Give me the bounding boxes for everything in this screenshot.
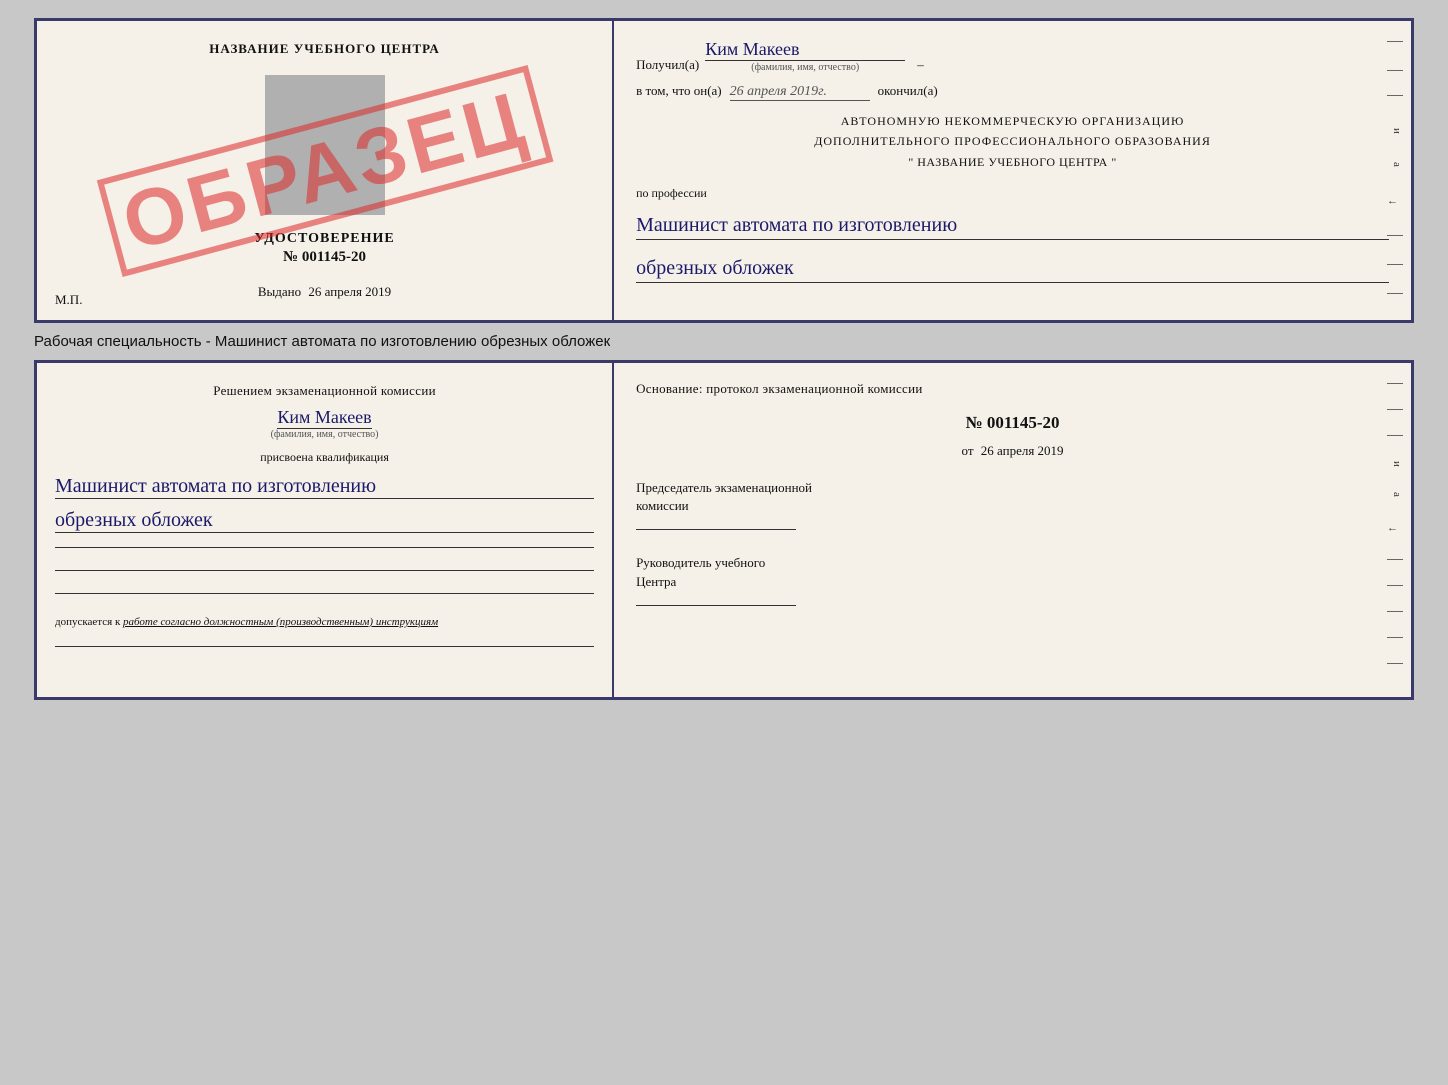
dash-b-6 — [1387, 611, 1403, 612]
photo-placeholder — [265, 75, 385, 215]
dash-b-a: а — [1387, 492, 1403, 497]
right-line-3 — [1387, 95, 1403, 96]
right-a: а — [1387, 162, 1403, 167]
dash-b-arrow: ← — [1387, 522, 1403, 534]
right-line-4 — [1387, 235, 1403, 236]
dash-b-3 — [1387, 435, 1403, 436]
rukovoditel-label: Руководитель учебного Центра — [636, 554, 1389, 590]
kvalif-line1: Машинист автомата по изготовлению — [55, 475, 594, 499]
middle-specialty-label: Рабочая специальность - Машинист автомат… — [34, 331, 1414, 352]
protocol-number: № 001145-20 — [636, 413, 1389, 433]
protocol-date-row: от 26 апреля 2019 — [636, 443, 1389, 459]
dash-b-i: и — [1387, 461, 1403, 467]
recipient-name: Ким Макеев — [705, 39, 905, 61]
vydano-label: Выдано — [258, 284, 301, 299]
dash-b-8 — [1387, 663, 1403, 664]
right-line-5 — [1387, 264, 1403, 265]
right-line-6 — [1387, 293, 1403, 294]
vtom-prefix: в том, что он(а) — [636, 83, 722, 99]
protocol-date-value: 26 апреля 2019 — [981, 443, 1064, 458]
org-line1: АВТОНОМНУЮ НЕКОММЕРЧЕСКУЮ ОРГАНИЗАЦИЮ — [636, 111, 1389, 131]
bottom-card: Решением экзаменационной комиссии Ким Ма… — [34, 360, 1414, 700]
top-card-right: Получил(а) Ким Макеев (фамилия, имя, отч… — [614, 21, 1411, 320]
prisvoena-text: присвоена квалификация — [55, 450, 594, 465]
profession-line1: Машинист автомата по изготовлению — [636, 211, 1389, 240]
dopuskaetsya-text: работе согласно должностным (производств… — [123, 616, 438, 628]
osnovanie-text: Основание: протокол экзаменационной коми… — [636, 381, 1389, 397]
vydano-date: 26 апреля 2019 — [308, 284, 391, 299]
dash-b-4 — [1387, 559, 1403, 560]
resheniem-text: Решением экзаменационной комиссии — [55, 383, 594, 399]
dopuskaetsya-block: допускается к работе согласно должностны… — [55, 616, 594, 628]
right-arrow: ← — [1387, 195, 1403, 207]
right-i: и — [1387, 128, 1403, 134]
dash-b-1 — [1387, 383, 1403, 384]
poluchil-label: Получил(а) — [636, 57, 699, 73]
bottom-card-right: Основание: протокол экзаменационной коми… — [614, 363, 1411, 697]
okончил-label: окончил(а) — [878, 83, 938, 99]
right-line-7 — [1387, 322, 1403, 323]
rukovoditel-text: Руководитель учебного Центра — [636, 555, 765, 588]
kvalif-line2: обрезных обложек — [55, 509, 594, 533]
predsedatel-label: Председатель экзаменационной комиссии — [636, 479, 1389, 515]
right-line-2 — [1387, 70, 1403, 71]
ot-label: от — [962, 443, 974, 458]
blank-line-2 — [55, 570, 594, 571]
udostoverenie-number: № 001145-20 — [283, 249, 366, 266]
org-line3: " НАЗВАНИЕ УЧЕБНОГО ЦЕНТРА " — [636, 152, 1389, 172]
predsedatel-sig-line — [636, 529, 796, 530]
blank-line-4 — [55, 646, 594, 647]
fio-hint-bottom: (фамилия, имя, отчество) — [271, 429, 379, 440]
dopuskaetsya-prefix: допускается к — [55, 616, 120, 628]
poluchil-row: Получил(а) Ким Макеев (фамилия, имя, отч… — [636, 39, 1389, 73]
right-dashes-bottom: и а ← — [1387, 383, 1403, 664]
predsedatel-block: Председатель экзаменационной комиссии — [636, 479, 1389, 532]
rukovoditel-sig-line — [636, 605, 796, 606]
vydano-row: Выдано 26 апреля 2019 — [258, 284, 391, 300]
rukovoditel-block: Руководитель учебного Центра — [636, 554, 1389, 607]
blank-line-1 — [55, 547, 594, 548]
bottom-card-left: Решением экзаменационной комиссии Ким Ма… — [37, 363, 614, 697]
fio-hint-top: (фамилия, имя, отчество) — [751, 62, 859, 73]
dash-b-7 — [1387, 637, 1403, 638]
document-wrapper: НАЗВАНИЕ УЧЕБНОГО ЦЕНТРА УДОСТОВЕРЕНИЕ №… — [34, 18, 1414, 700]
school-name-top: НАЗВАНИЕ УЧЕБНОГО ЦЕНТРА — [209, 41, 440, 57]
org-line2: ДОПОЛНИТЕЛЬНОГО ПРОФЕССИОНАЛЬНОГО ОБРАЗО… — [636, 131, 1389, 151]
profession-line2: обрезных обложек — [636, 254, 1389, 283]
dash-b-5 — [1387, 585, 1403, 586]
dash-b-2 — [1387, 409, 1403, 410]
predsedatel-text: Председатель экзаменационной комиссии — [636, 480, 812, 513]
blank-line-3 — [55, 593, 594, 594]
top-card: НАЗВАНИЕ УЧЕБНОГО ЦЕНТРА УДОСТОВЕРЕНИЕ №… — [34, 18, 1414, 323]
org-block: АВТОНОМНУЮ НЕКОММЕРЧЕСКУЮ ОРГАНИЗАЦИЮ ДО… — [636, 111, 1389, 172]
top-card-left: НАЗВАНИЕ УЧЕБНОГО ЦЕНТРА УДОСТОВЕРЕНИЕ №… — [37, 21, 614, 320]
po-professii-label: по профессии — [636, 186, 1389, 201]
mp-label: М.П. — [55, 292, 82, 308]
right-line-1 — [1387, 41, 1403, 42]
right-lines-top: и а ← — [1387, 41, 1403, 323]
completion-date: 26 апреля 2019г. — [730, 84, 870, 101]
udostoverenie-label: УДОСТОВЕРЕНИЕ — [254, 231, 394, 247]
komissia-person-name: Ким Макеев — [277, 407, 371, 429]
vtom-row: в том, что он(а) 26 апреля 2019г. окончи… — [636, 83, 1389, 101]
